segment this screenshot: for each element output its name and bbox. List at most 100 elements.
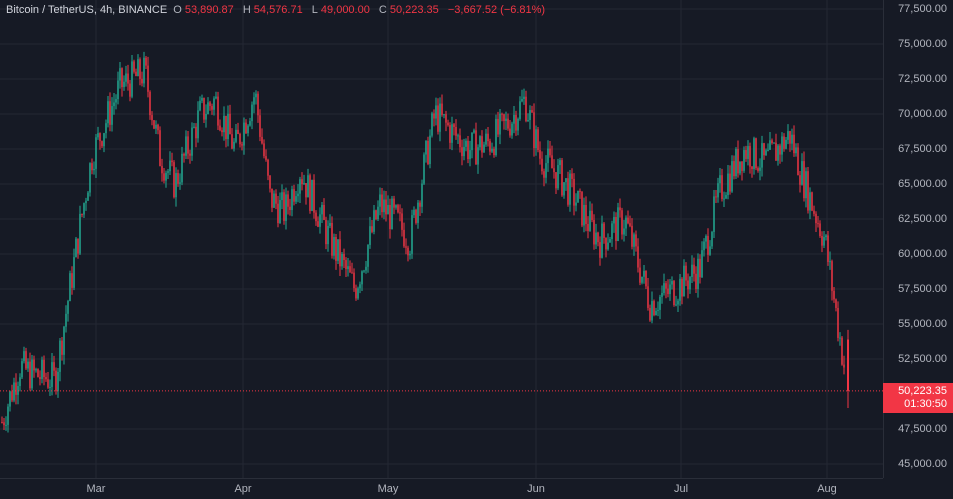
candle-body <box>587 223 589 231</box>
candle-body <box>297 193 299 197</box>
candle-body <box>507 118 509 129</box>
candle-body <box>33 359 35 371</box>
candle-body <box>511 123 513 136</box>
candle-body <box>95 137 97 169</box>
candle-body <box>299 179 301 194</box>
price-chart[interactable] <box>0 0 883 478</box>
candle-body <box>755 138 757 169</box>
candle-body <box>601 223 603 258</box>
candle-body <box>13 382 15 401</box>
candle-body <box>327 225 329 245</box>
candle-body <box>353 272 355 289</box>
candle-body <box>551 155 553 169</box>
candle-body <box>215 96 217 99</box>
candle-body <box>275 193 277 204</box>
candle-body <box>301 179 303 185</box>
price-tick-label: 72,500.00 <box>898 73 947 85</box>
candle-body <box>337 239 339 261</box>
candle-body <box>43 359 45 378</box>
change-value: −3,667.52 (−6.81%) <box>447 4 546 16</box>
candle-body <box>423 154 425 184</box>
candle-body <box>47 379 49 388</box>
time-tick-label: Mar <box>86 483 106 495</box>
candle-body <box>171 160 173 163</box>
candle-body <box>591 210 593 220</box>
candle-body <box>693 264 695 274</box>
candle-body <box>65 313 67 327</box>
candle-body <box>843 364 845 368</box>
candle-body <box>381 194 383 213</box>
symbol-title[interactable]: Bitcoin / TetherUS, 4h, BINANCE <box>6 4 167 16</box>
candle-body <box>217 96 219 126</box>
candle-body <box>187 136 189 154</box>
candle-body <box>567 178 569 205</box>
candle-body <box>627 217 629 224</box>
candle-body <box>137 59 139 77</box>
candlestick-plot[interactable] <box>0 0 883 478</box>
candle-body <box>285 194 287 221</box>
candle-body <box>477 147 479 165</box>
candle-body <box>223 115 225 133</box>
candle-body <box>89 163 91 193</box>
candle-body <box>387 204 389 215</box>
candle-body <box>81 213 83 215</box>
candle-body <box>517 118 519 131</box>
candle-body <box>513 114 515 124</box>
candle-body <box>537 129 539 151</box>
candle-body <box>277 203 279 224</box>
candle-body <box>643 270 645 277</box>
candle-body <box>75 238 77 258</box>
candle-body <box>399 212 401 214</box>
time-axis[interactable]: Mar Apr May Jun Jul Aug <box>0 478 883 499</box>
candle-body <box>695 273 697 289</box>
candle-body <box>545 163 547 178</box>
candle-body <box>157 124 159 131</box>
candle-body <box>371 226 373 232</box>
high-label: H <box>242 4 251 16</box>
candle-body <box>535 129 537 149</box>
candle-body <box>701 250 703 278</box>
candle-body <box>367 244 369 267</box>
candle-body <box>631 225 633 247</box>
candle-body <box>397 205 399 213</box>
candle-body <box>245 122 247 134</box>
candle-body <box>331 222 333 256</box>
candle-body <box>391 198 393 230</box>
candle-body <box>501 113 503 115</box>
candle-body <box>611 223 613 240</box>
candle-body <box>109 101 111 125</box>
candle-body <box>635 234 637 247</box>
candle-body <box>315 212 317 222</box>
low-value: 49,000.00 <box>320 4 370 16</box>
candle-body <box>307 175 309 198</box>
candle-body <box>121 68 123 88</box>
candle-body <box>835 299 837 308</box>
candle-body <box>485 133 487 145</box>
candle-body <box>41 359 43 379</box>
candle-body <box>55 370 57 392</box>
price-tick-label: 62,500.00 <box>898 213 947 225</box>
candle-body <box>599 242 601 258</box>
candle-body <box>697 258 699 289</box>
candle-body <box>455 126 457 136</box>
candle-body <box>255 93 257 98</box>
candle-body <box>11 391 13 401</box>
candle-body <box>359 284 361 289</box>
candle-body <box>499 113 501 135</box>
candle-body <box>819 223 821 237</box>
candle-body <box>577 190 579 203</box>
candle-body <box>145 57 147 66</box>
candle-body <box>155 124 157 129</box>
candle-body <box>85 200 87 204</box>
candle-body <box>711 231 713 247</box>
candle-body <box>67 301 69 314</box>
candle-body <box>273 193 275 208</box>
candle-body <box>667 288 669 295</box>
candle-body <box>333 237 335 256</box>
candle-body <box>119 68 121 81</box>
candle-body <box>449 125 451 143</box>
candle-body <box>373 210 375 232</box>
candle-body <box>27 361 29 369</box>
candle-body <box>557 165 559 189</box>
candle-body <box>623 228 625 235</box>
